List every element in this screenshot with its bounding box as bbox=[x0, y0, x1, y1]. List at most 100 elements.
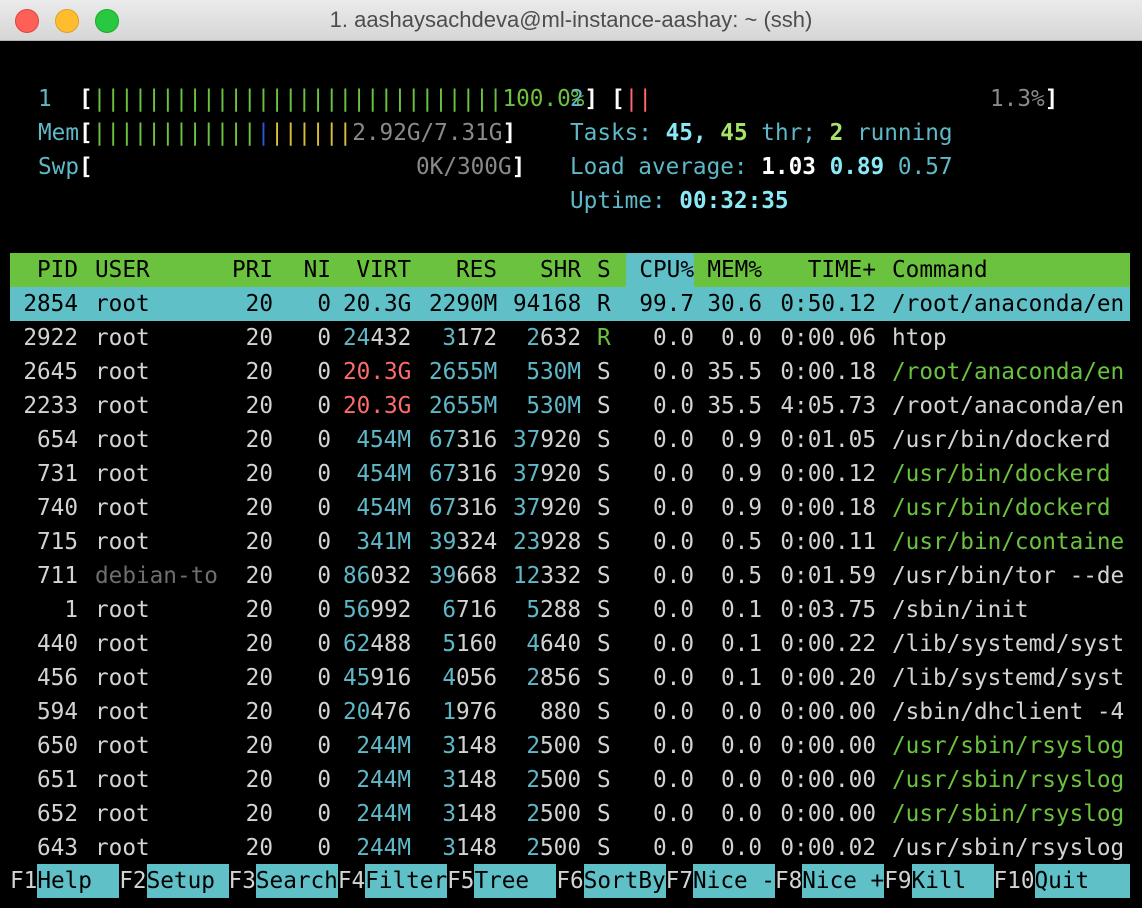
column-header-virt[interactable]: VIRT bbox=[343, 253, 411, 287]
fkey-f10: F10 bbox=[993, 868, 1035, 894]
column-header-pid[interactable]: PID bbox=[10, 253, 78, 287]
cell-cmd: /usr/sbin/rsyslog bbox=[892, 801, 1125, 827]
swap-meter: Swp[ bbox=[38, 154, 93, 180]
cell-mem: 0.1 bbox=[721, 665, 762, 691]
cell-ni: 0 bbox=[317, 495, 331, 521]
cell-res: 2655M bbox=[429, 359, 498, 385]
cell-cmd: /usr/bin/dockerd bbox=[892, 495, 1111, 521]
cell-mem: 0.0 bbox=[721, 767, 762, 793]
fkey-search-button[interactable]: Search bbox=[255, 864, 338, 898]
cell-user: root bbox=[95, 597, 150, 623]
fkey-f1: F1 bbox=[10, 868, 38, 894]
column-header-shr[interactable]: SHR bbox=[513, 253, 581, 287]
cell-time: 0:00.20 bbox=[780, 665, 876, 691]
fkey-help-button[interactable]: Help bbox=[37, 864, 120, 898]
fkey-tree-button[interactable]: Tree bbox=[474, 864, 557, 898]
cell-cmd: /lib/systemd/syst bbox=[892, 665, 1125, 691]
cell-ni: 0 bbox=[317, 665, 331, 691]
cell-ni: 0 bbox=[317, 529, 331, 555]
cell-pri: 20 bbox=[245, 563, 273, 589]
cell-cmd: /usr/bin/containe bbox=[892, 529, 1125, 555]
fkey-setup-button[interactable]: Setup bbox=[146, 864, 229, 898]
cell-ni: 0 bbox=[317, 631, 331, 657]
cell-pid: 654 bbox=[37, 427, 78, 453]
column-header-cmd[interactable]: Command bbox=[892, 253, 1124, 287]
cell-virt: 24432 bbox=[343, 325, 412, 351]
fkey-filter-button[interactable]: Filter bbox=[365, 864, 447, 898]
fkey-f7: F7 bbox=[665, 868, 693, 894]
cell-s: S bbox=[597, 427, 611, 453]
cell-res: 39324 bbox=[429, 529, 498, 555]
cell-user: root bbox=[95, 393, 150, 419]
cell-res: 2290M bbox=[429, 291, 498, 317]
column-header-ni[interactable]: NI bbox=[290, 253, 331, 287]
cell-cmd: /usr/sbin/rsyslog bbox=[892, 767, 1125, 793]
cell-res: 5160 bbox=[442, 631, 497, 657]
fkey-sortby-button[interactable]: SortBy bbox=[583, 864, 666, 898]
column-header-user[interactable]: USER bbox=[95, 253, 232, 287]
cell-shr: 2500 bbox=[526, 767, 581, 793]
cell-pri: 20 bbox=[245, 733, 273, 759]
cell-shr: 37920 bbox=[513, 495, 582, 521]
cell-time: 0:00.12 bbox=[780, 461, 876, 487]
cell-s: S bbox=[597, 835, 611, 861]
cell-pid: 456 bbox=[37, 665, 78, 691]
cell-s: S bbox=[597, 495, 611, 521]
cell-pid: 731 bbox=[37, 461, 78, 487]
cell-mem: 0.9 bbox=[721, 461, 762, 487]
cell-shr: 12332 bbox=[513, 563, 582, 589]
cell-ni: 0 bbox=[317, 461, 331, 487]
cell-s: S bbox=[597, 665, 611, 691]
cell-pri: 20 bbox=[245, 325, 273, 351]
cell-res: 6716 bbox=[442, 597, 497, 623]
fkey-nice-button[interactable]: Nice + bbox=[802, 864, 884, 898]
cell-shr: 37920 bbox=[513, 461, 582, 487]
column-header-s[interactable]: S bbox=[597, 253, 611, 287]
cell-res: 67316 bbox=[429, 495, 498, 521]
fkey-f9: F9 bbox=[884, 868, 912, 894]
fkey-kill-button[interactable]: Kill bbox=[911, 864, 994, 898]
cell-mem: 0.0 bbox=[721, 835, 762, 861]
column-header-time[interactable]: TIME+ bbox=[780, 253, 876, 287]
cell-s: S bbox=[597, 733, 611, 759]
cell-cpu: 0.0 bbox=[653, 665, 694, 691]
fkey-f5: F5 bbox=[447, 868, 475, 894]
cell-virt: 56992 bbox=[343, 597, 412, 623]
column-header-res[interactable]: RES bbox=[429, 253, 497, 287]
cell-pri: 20 bbox=[245, 665, 273, 691]
cell-res: 39668 bbox=[429, 563, 498, 589]
cell-shr: 530M bbox=[526, 359, 581, 385]
cell-pri: 20 bbox=[245, 631, 273, 657]
cell-mem: 0.5 bbox=[721, 563, 762, 589]
cell-mem: 0.0 bbox=[721, 733, 762, 759]
cell-res: 3148 bbox=[442, 801, 497, 827]
cell-time: 0:03.75 bbox=[780, 597, 876, 623]
fkey-f8: F8 bbox=[774, 868, 803, 894]
cell-cpu: 99.7 bbox=[639, 291, 694, 317]
cell-user: root bbox=[95, 325, 150, 351]
cell-virt: 244M bbox=[356, 767, 411, 793]
cell-virt: 244M bbox=[356, 835, 411, 861]
cell-shr: 2856 bbox=[526, 665, 581, 691]
cell-mem: 0.5 bbox=[721, 529, 762, 555]
cell-virt: 454M bbox=[356, 461, 411, 487]
cell-pri: 20 bbox=[245, 767, 273, 793]
cell-time: 0:01.59 bbox=[780, 563, 876, 589]
column-header-pri[interactable]: PRI bbox=[232, 253, 273, 287]
cell-pri: 20 bbox=[245, 801, 273, 827]
cell-shr: 530M bbox=[526, 393, 581, 419]
cell-pri: 20 bbox=[245, 291, 273, 317]
cell-res: 67316 bbox=[429, 461, 498, 487]
cell-time: 0:01.05 bbox=[780, 427, 876, 453]
column-header-cpu[interactable]: CPU% bbox=[626, 253, 694, 287]
cell-pri: 20 bbox=[245, 461, 273, 487]
cell-shr: 37920 bbox=[513, 427, 582, 453]
fkey-quit-button[interactable]: Quit bbox=[1034, 864, 1130, 898]
cell-ni: 0 bbox=[317, 767, 331, 793]
htop-screen[interactable]: 1 [||||||||||||||||||||||||||||||100.0%]… bbox=[0, 42, 1142, 908]
fkey-nice-button[interactable]: Nice - bbox=[693, 864, 775, 898]
title-bar[interactable]: 1. aashaysachdeva@ml-instance-aashay: ~ … bbox=[0, 0, 1142, 41]
column-header-mem[interactable]: MEM% bbox=[694, 253, 762, 287]
function-key-bar: F1 Help F2 Setup F3 Search F4 Filter F5 Tree F6 Sor… bbox=[0, 864, 1142, 898]
cell-user: root bbox=[95, 665, 150, 691]
